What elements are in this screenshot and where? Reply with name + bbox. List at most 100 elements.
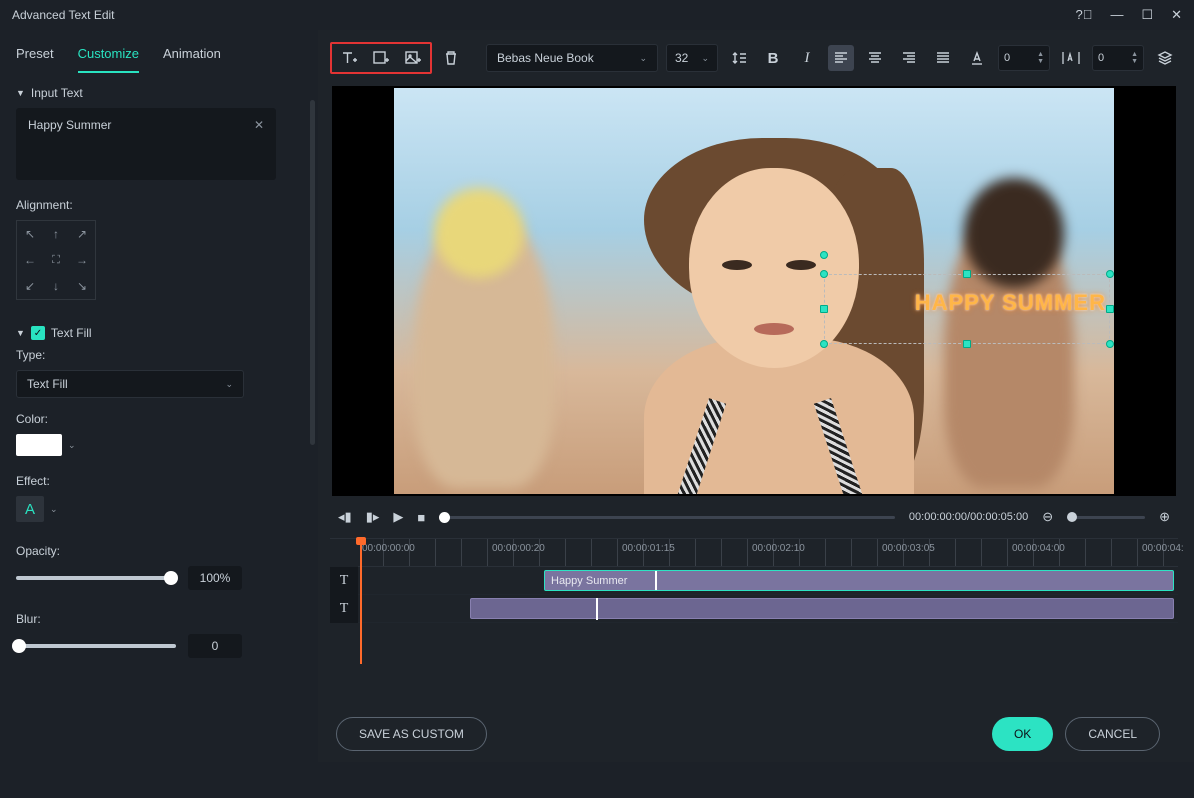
video-frame[interactable]: HAPPY SUMMER: [394, 88, 1114, 494]
chevron-down-icon: ⌄: [701, 53, 709, 64]
blur-slider[interactable]: [16, 644, 176, 648]
opacity-label: Opacity:: [16, 544, 302, 558]
letter-spacing-icon[interactable]: [1058, 45, 1084, 71]
panel-tabs: Preset Customize Animation: [16, 40, 302, 74]
text-track-icon: T: [330, 595, 358, 623]
maximize-icon[interactable]: ☐: [1141, 7, 1153, 23]
bold-icon[interactable]: B: [760, 45, 786, 71]
progress-track[interactable]: [439, 516, 895, 519]
effect-swatch[interactable]: A: [16, 496, 44, 522]
timeline-ruler[interactable]: 00:00:00:00 00:00:00:20 00:00:01:15 00:0…: [358, 539, 1178, 567]
add-shape-icon[interactable]: [370, 47, 392, 69]
font-size-select[interactable]: 32 ⌄: [666, 44, 718, 72]
footer: SAVE AS CUSTOM OK CANCEL: [330, 706, 1178, 762]
panel-scrollbar[interactable]: [310, 100, 315, 445]
prev-frame-icon[interactable]: ◂▮: [338, 509, 352, 525]
type-value: Text Fill: [27, 377, 68, 391]
play-icon[interactable]: ▶: [393, 509, 403, 525]
ruler-tick: 00:00:00:20: [492, 543, 545, 554]
font-select[interactable]: Bebas Neue Book ⌄: [486, 44, 658, 72]
right-panel: Bebas Neue Book ⌄ 32 ⌄ B I 0▲▼ 0▲▼: [318, 30, 1194, 762]
align-tr[interactable]: ↗: [69, 221, 95, 247]
chevron-down-icon: ⌄: [225, 379, 233, 390]
track-area[interactable]: [358, 595, 1178, 622]
left-panel: Preset Customize Animation ▼ Input Text …: [0, 30, 318, 762]
blur-label: Blur:: [16, 612, 302, 626]
color-swatch[interactable]: [16, 434, 62, 456]
alignment-label: Alignment:: [16, 198, 302, 212]
align-justify-icon[interactable]: [930, 45, 956, 71]
timeline-clip[interactable]: [470, 598, 1174, 619]
delete-icon[interactable]: [440, 47, 462, 69]
selection-box[interactable]: [824, 274, 1110, 344]
zoom-in-icon[interactable]: ⊕: [1159, 509, 1170, 525]
tab-preset[interactable]: Preset: [16, 40, 54, 73]
track-area[interactable]: Happy Summer: [358, 567, 1178, 594]
highlighted-tools: [330, 42, 432, 74]
ruler-tick: 00:00:04:00: [1012, 543, 1065, 554]
save-as-custom-button[interactable]: SAVE AS CUSTOM: [336, 717, 487, 751]
input-text-label: Input Text: [31, 86, 83, 100]
text-input-box[interactable]: Happy Summer ✕: [16, 108, 276, 180]
align-ml[interactable]: ←: [17, 247, 43, 273]
align-tc[interactable]: ↑: [43, 221, 69, 247]
line-spacing-icon[interactable]: [726, 45, 752, 71]
spacing-spinner[interactable]: 0▲▼: [1092, 45, 1144, 71]
text-value: Happy Summer: [28, 118, 111, 170]
zoom-slider[interactable]: [1067, 516, 1145, 519]
ruler-tick: 00:00:03:05: [882, 543, 935, 554]
chevron-down-icon[interactable]: ⌄: [50, 504, 58, 515]
align-center-icon[interactable]: [862, 45, 888, 71]
ruler-tick: 00:00:04:: [1142, 543, 1184, 554]
next-frame-icon[interactable]: ▮▸: [366, 509, 380, 525]
layers-icon[interactable]: [1152, 45, 1178, 71]
timeline: 00:00:00:00 00:00:00:20 00:00:01:15 00:0…: [330, 538, 1178, 706]
italic-icon[interactable]: I: [794, 45, 820, 71]
tab-customize[interactable]: Customize: [78, 40, 139, 73]
alignment-grid: ↖↑↗ ←⛶→ ↙↓↘: [16, 220, 96, 300]
tab-animation[interactable]: Animation: [163, 40, 221, 73]
text-toolbar: Bebas Neue Book ⌄ 32 ⌄ B I 0▲▼ 0▲▼: [330, 40, 1178, 76]
minimize-icon[interactable]: —: [1110, 7, 1123, 23]
clear-text-icon[interactable]: ✕: [254, 118, 264, 170]
align-bc[interactable]: ↓: [43, 273, 69, 299]
chevron-down-icon: ⌄: [639, 53, 647, 64]
ruler-tick: 00:00:02:10: [752, 543, 805, 554]
blur-value[interactable]: 0: [188, 634, 242, 658]
align-tl[interactable]: ↖: [17, 221, 43, 247]
zoom-out-icon[interactable]: ⊖: [1042, 509, 1053, 525]
font-value: Bebas Neue Book: [497, 51, 594, 65]
opacity-slider[interactable]: [16, 576, 176, 580]
align-left-icon[interactable]: [828, 45, 854, 71]
rotation-spinner[interactable]: 0▲▼: [998, 45, 1050, 71]
clip-label: Happy Summer: [551, 575, 627, 587]
window-title: Advanced Text Edit: [12, 8, 115, 22]
add-text-icon[interactable]: [338, 47, 360, 69]
align-bl[interactable]: ↙: [17, 273, 43, 299]
align-br[interactable]: ↘: [69, 273, 95, 299]
text-track-2: T: [330, 595, 1178, 623]
opacity-value[interactable]: 100%: [188, 566, 242, 590]
align-mr[interactable]: →: [69, 247, 95, 273]
font-size-value: 32: [675, 51, 688, 65]
add-image-icon[interactable]: [402, 47, 424, 69]
chevron-down-icon[interactable]: ⌄: [68, 440, 76, 451]
timeline-clip[interactable]: Happy Summer: [544, 570, 1174, 591]
collapse-icon: ▼: [16, 328, 25, 338]
close-icon[interactable]: ✕: [1171, 7, 1182, 23]
input-text-header[interactable]: ▼ Input Text: [16, 86, 302, 100]
cancel-button[interactable]: CANCEL: [1065, 717, 1160, 751]
stop-icon[interactable]: ■: [417, 510, 425, 525]
text-fill-checkbox[interactable]: ✓: [31, 326, 45, 340]
text-track-icon: T: [330, 567, 358, 595]
align-right-icon[interactable]: [896, 45, 922, 71]
ruler-tick: 00:00:00:00: [362, 543, 415, 554]
ok-button[interactable]: OK: [992, 717, 1053, 751]
preview-area: HAPPY SUMMER: [332, 86, 1176, 496]
text-fill-header[interactable]: ▼ ✓ Text Fill: [16, 326, 302, 340]
align-center[interactable]: ⛶: [43, 247, 69, 273]
help-icon[interactable]: ?⃝: [1075, 7, 1092, 23]
text-color-icon[interactable]: [964, 45, 990, 71]
type-select[interactable]: Text Fill ⌄: [16, 370, 244, 398]
ruler-tick: 00:00:01:15: [622, 543, 675, 554]
